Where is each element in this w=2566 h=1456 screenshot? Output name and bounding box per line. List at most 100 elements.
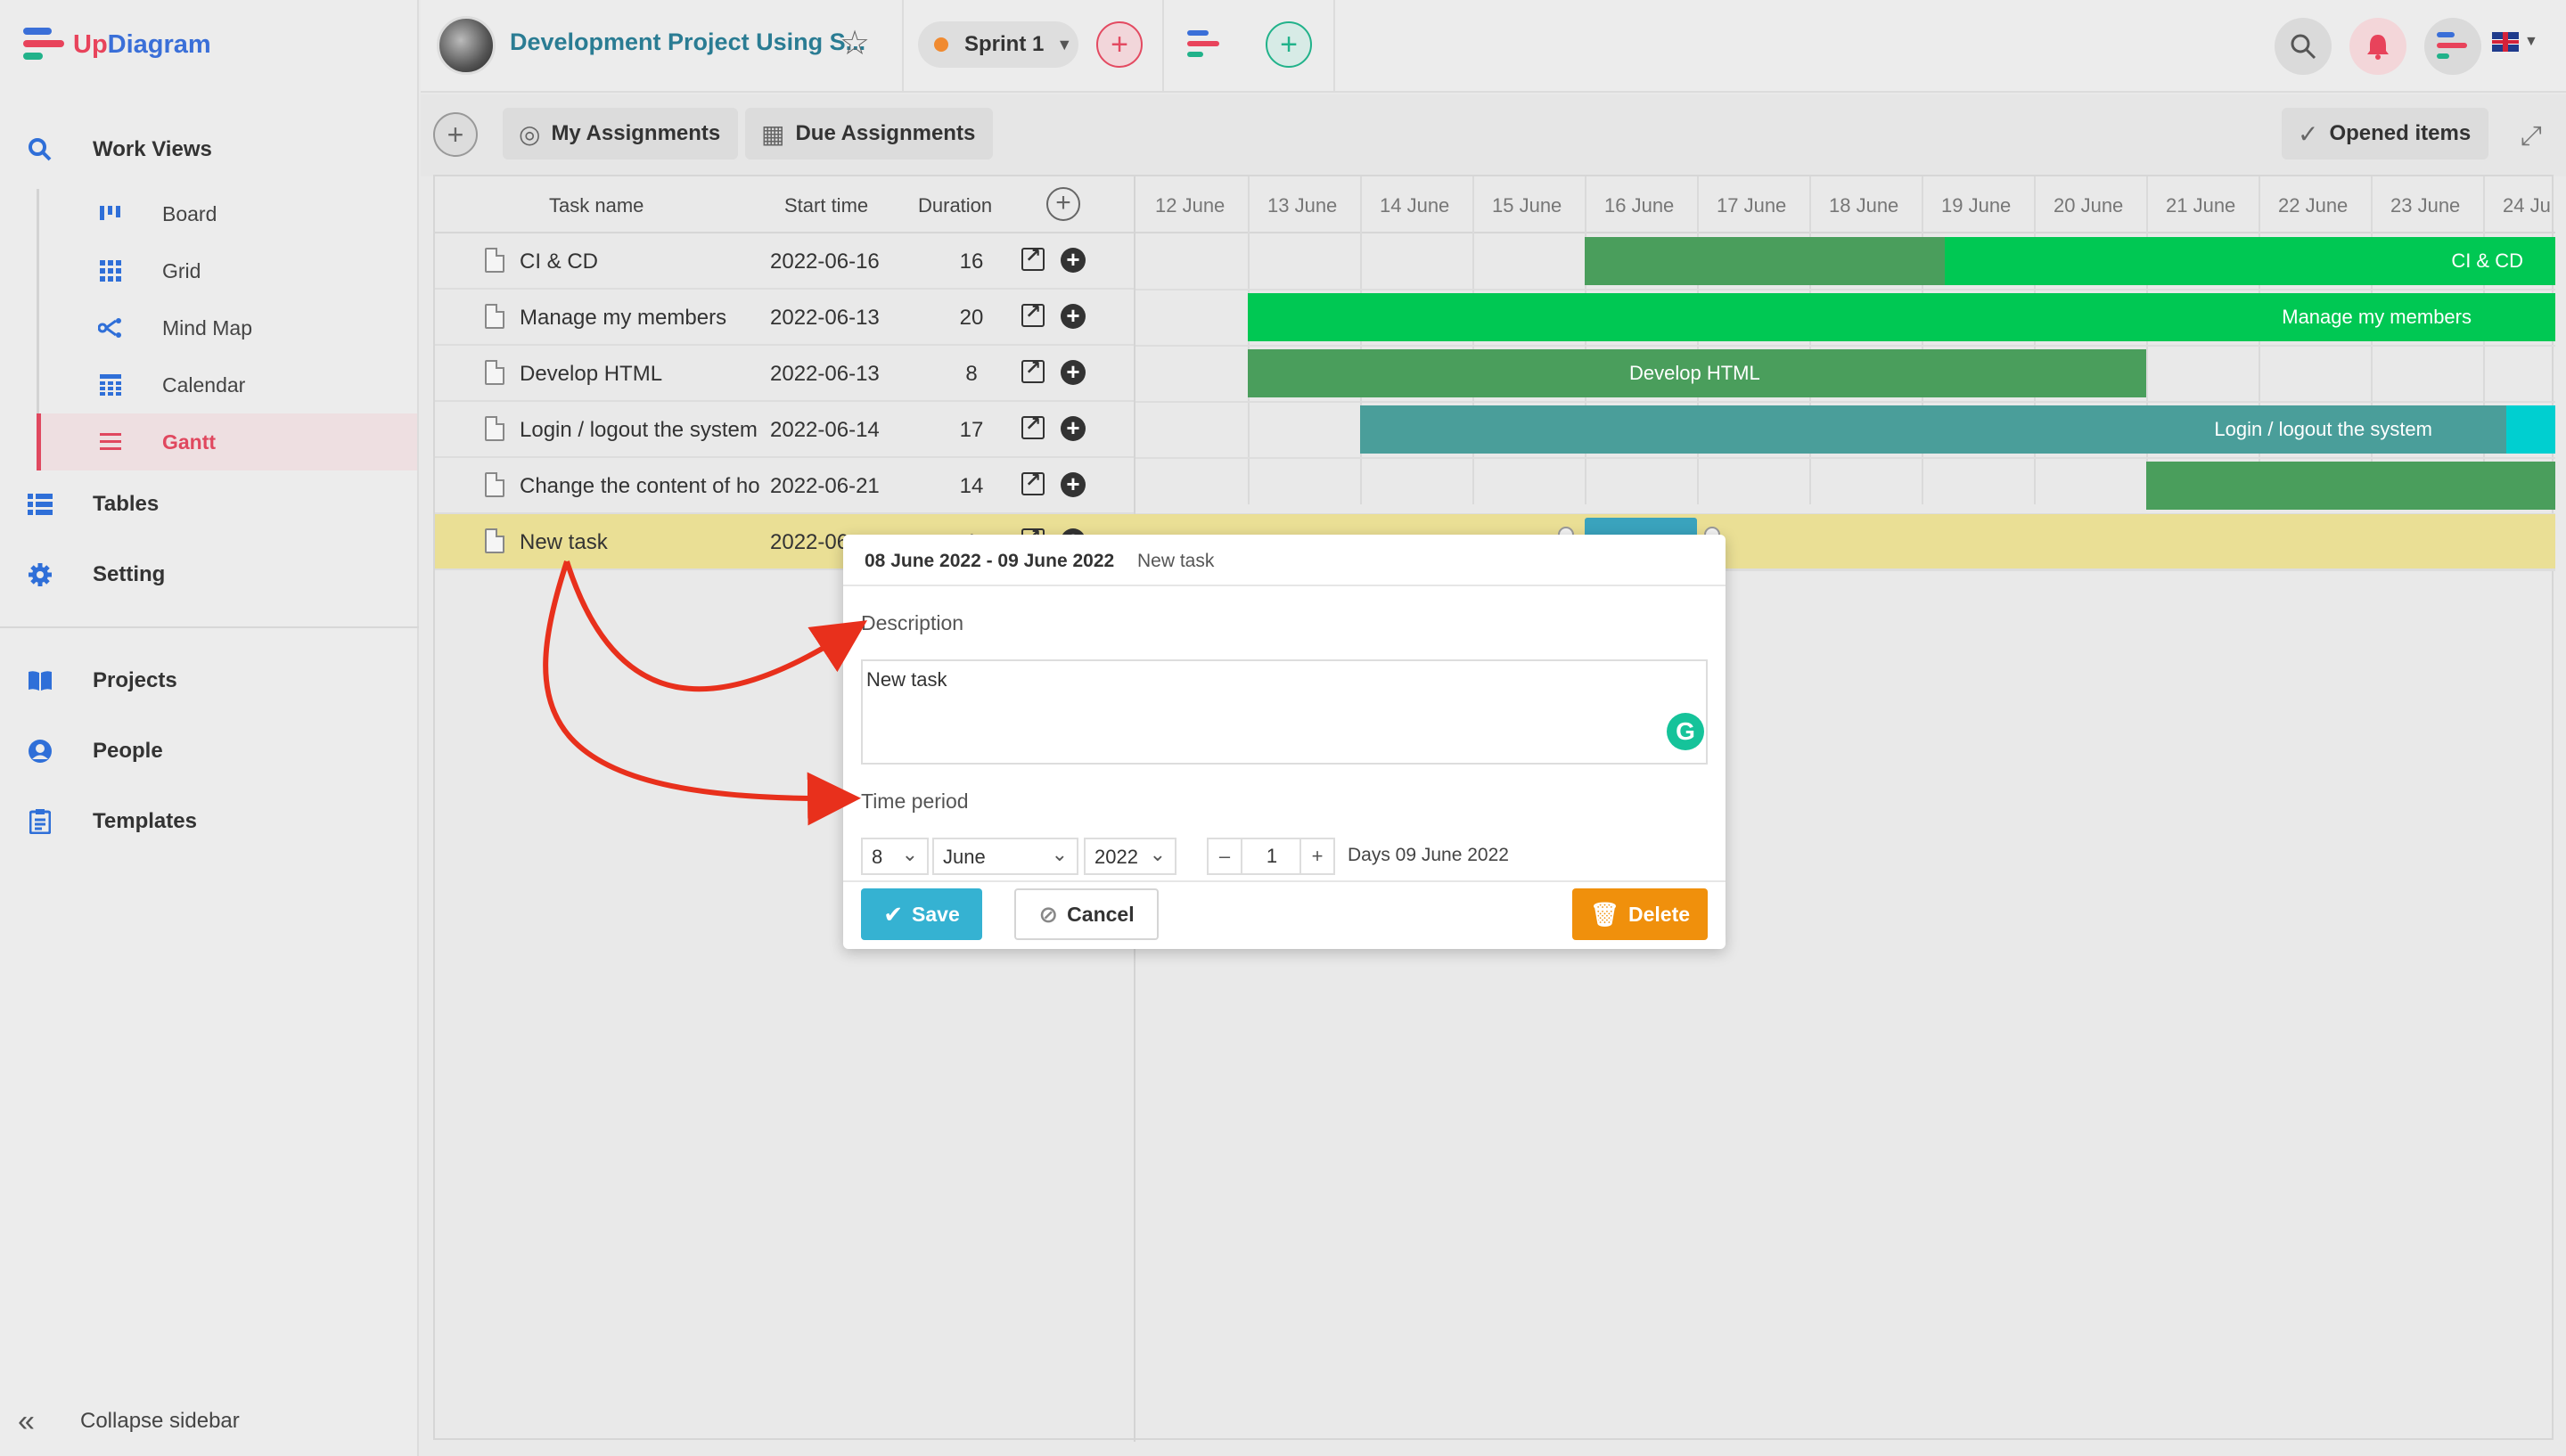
sidebar-item-grid[interactable]: Grid	[39, 242, 417, 299]
open-external-icon[interactable]	[1021, 300, 1045, 327]
open-external-icon[interactable]	[1021, 356, 1045, 383]
sidebar-item-board[interactable]: Board	[39, 185, 417, 242]
project-title[interactable]: Development Project Using S...	[510, 29, 865, 56]
add-item-button[interactable]: +	[433, 112, 478, 157]
task-row[interactable]: Develop HTML 2022-06-13 8 +	[435, 346, 1134, 402]
task-edit-popup: 08 June 2022 - 09 June 2022 New task Des…	[843, 535, 1726, 949]
grammarly-icon[interactable]: G	[1667, 713, 1704, 750]
description-textarea[interactable]: New task G	[861, 659, 1708, 765]
opened-items-button[interactable]: ✓ Opened items	[2282, 108, 2489, 160]
add-column-icon[interactable]: +	[1046, 187, 1080, 221]
add-sprint-button[interactable]: +	[1096, 21, 1143, 68]
task-duration: 16	[959, 249, 984, 274]
timeline-row-line	[1135, 457, 2555, 459]
nav-setting[interactable]: Setting	[0, 546, 419, 603]
sprint-selector[interactable]: Sprint 1 ▼	[918, 21, 1078, 68]
gantt-bar[interactable]: Manage my members	[1248, 293, 2555, 341]
gantt-bar[interactable]	[2146, 462, 2555, 510]
column-header-start-time[interactable]: Start time	[784, 194, 868, 217]
search-button[interactable]	[2275, 18, 2332, 75]
gantt-bar[interactable]: Login / logout the system	[1360, 405, 2555, 454]
task-start: 2022-06-13	[770, 306, 880, 330]
check-circle-icon: ✓	[2298, 119, 2319, 148]
document-icon	[485, 248, 504, 273]
year-value: 2022	[1094, 846, 1138, 868]
duration-value[interactable]: 1	[1242, 839, 1301, 873]
fullscreen-icon[interactable]: ⤢	[2521, 121, 2542, 151]
description-label: Description	[861, 611, 964, 634]
timeline-row-line	[1135, 289, 2555, 290]
delete-button[interactable]: 🗑 Delete	[1572, 888, 1708, 940]
popup-header: 08 June 2022 - 09 June 2022 New task	[843, 535, 1726, 586]
add-subtask-icon[interactable]: +	[1061, 304, 1086, 329]
collapse-sidebar-button[interactable]: « Collapse sidebar	[18, 1399, 240, 1444]
cancel-button[interactable]: ⊘ Cancel	[1014, 888, 1159, 940]
user-menu-button[interactable]	[2424, 18, 2481, 75]
sidebar-item-calendar-label: Calendar	[162, 372, 246, 397]
open-external-icon[interactable]	[1021, 469, 1045, 495]
sidebar: UpDiagram Work Views Board Grid Mind Map…	[0, 0, 419, 1456]
project-avatar[interactable]	[437, 16, 496, 75]
add-subtask-icon[interactable]: +	[1061, 472, 1086, 497]
logo-text: UpDiagram	[73, 29, 211, 59]
sidebar-item-calendar[interactable]: Calendar	[39, 356, 417, 413]
save-button[interactable]: ✔ Save	[861, 888, 982, 940]
add-subtask-icon[interactable]: +	[1061, 360, 1086, 385]
app-logo[interactable]: UpDiagram	[23, 21, 211, 68]
increment-button[interactable]: +	[1299, 839, 1333, 873]
task-row[interactable]: Login / logout the system 2022-06-14 17 …	[435, 402, 1134, 458]
view-logo-icon[interactable]	[1187, 30, 1223, 62]
user-circle-icon: ◎	[519, 119, 541, 148]
open-external-icon[interactable]	[1021, 413, 1045, 439]
my-assignments-button[interactable]: ◎ My Assignments	[503, 108, 739, 160]
uk-flag-icon[interactable]	[2492, 32, 2519, 52]
add-subtask-icon[interactable]: +	[1061, 248, 1086, 273]
nav-people-label: People	[93, 739, 163, 763]
year-select[interactable]: 2022 ⌄	[1084, 838, 1176, 875]
chevron-down-icon: ⌄	[1149, 843, 1166, 865]
nav-templates[interactable]: Templates	[0, 793, 419, 850]
nav-tables[interactable]: Tables	[0, 476, 419, 533]
delete-label: Delete	[1627, 902, 1691, 926]
nav-work-views-label: Work Views	[93, 137, 212, 161]
search-icon	[2291, 34, 2316, 60]
sidebar-item-gantt[interactable]: Gantt	[37, 413, 417, 470]
add-subtask-icon[interactable]: +	[1061, 416, 1086, 441]
decrement-button[interactable]: –	[1209, 839, 1242, 873]
chevron-down-icon: ⌄	[1051, 843, 1068, 865]
month-select[interactable]: June ⌄	[932, 838, 1078, 875]
timeline-date-header: 22 June	[2278, 194, 2349, 217]
cancel-label: Cancel	[1067, 902, 1135, 926]
timeline-date-header: 23 June	[2390, 194, 2461, 217]
day-value: 8	[872, 846, 883, 868]
column-header-duration[interactable]: Duration	[918, 194, 992, 217]
task-row[interactable]: Manage my members 2022-06-13 20 +	[435, 290, 1134, 346]
timeline-date-header: 13 June	[1267, 194, 1338, 217]
chevron-down-icon: ⌄	[901, 843, 918, 865]
open-external-icon[interactable]	[1021, 244, 1045, 271]
nav-templates-label: Templates	[93, 809, 197, 833]
sidebar-item-mind-map[interactable]: Mind Map	[39, 299, 417, 356]
task-row[interactable]: CI & CD 2022-06-16 16 +	[435, 233, 1134, 290]
timeline-date-header: 14 June	[1380, 194, 1450, 217]
nav-work-views[interactable]: Work Views	[0, 121, 419, 178]
day-select[interactable]: 8 ⌄	[861, 838, 929, 875]
caret-down-icon[interactable]: ▼	[2524, 34, 2538, 50]
task-start: 2022-06-16	[770, 249, 880, 274]
gantt-bar[interactable]: Develop HTML	[1248, 349, 2146, 397]
document-icon	[485, 304, 504, 329]
task-row[interactable]: Change the content of home page 2022-06-…	[435, 458, 1134, 514]
due-assignments-button[interactable]: ▦ Due Assignments	[745, 108, 994, 160]
notifications-button[interactable]	[2349, 18, 2406, 75]
gantt-bar[interactable]: CI & CD	[1585, 237, 2555, 285]
add-view-button[interactable]: +	[1266, 21, 1312, 68]
document-icon	[485, 416, 504, 441]
star-icon[interactable]: ☆	[840, 23, 870, 63]
column-header-task-name[interactable]: Task name	[549, 194, 644, 217]
description-value: New task	[866, 668, 947, 691]
nav-projects[interactable]: Projects	[0, 652, 419, 709]
task-name: New task	[520, 530, 608, 554]
gantt-bar-label: Develop HTML	[1629, 362, 1760, 384]
task-name: Manage my members	[520, 306, 727, 330]
nav-people[interactable]: People	[0, 723, 419, 780]
